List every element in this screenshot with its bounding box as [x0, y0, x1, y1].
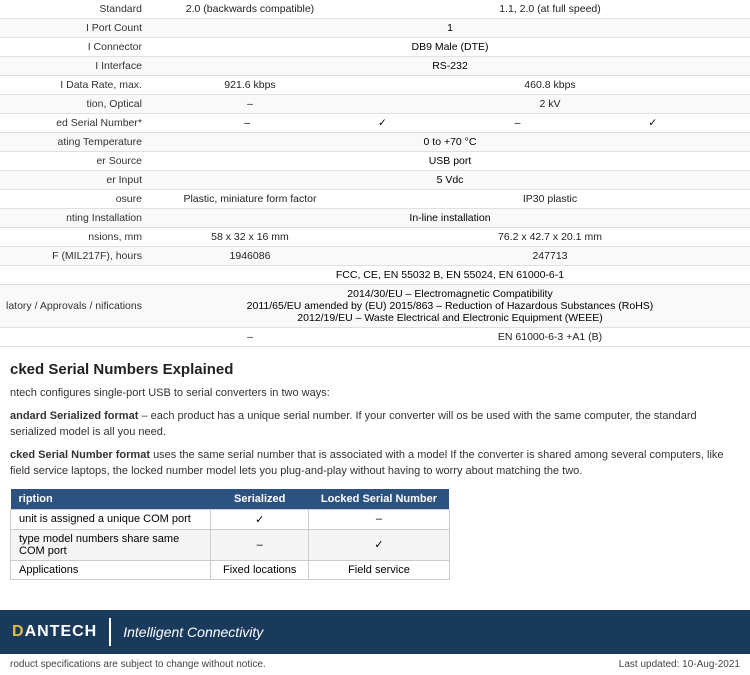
spec-value: DB9 Male (DTE) — [150, 38, 750, 57]
locked-intro: ntech configures single-port USB to seri… — [10, 386, 740, 401]
locked-row-serialized: ✓ — [211, 509, 309, 529]
table-row: –EN 61000-6-3 +A1 (B) — [0, 328, 750, 347]
spec-value: 5 Vdc — [150, 171, 750, 190]
specs-table: Standard2.0 (backwards compatible)1.1, 2… — [0, 0, 750, 347]
spec-value-left: Plastic, miniature form factor — [150, 190, 350, 209]
locked-row-desc: type model numbers share same COM port — [11, 529, 211, 560]
footer: DANTECH Intelligent Connectivity — [0, 610, 750, 654]
table-row: I Data Rate, max.921.6 kbps460.8 kbps — [0, 76, 750, 95]
table-row: nting InstallationIn-line installation — [0, 209, 750, 228]
format1-heading: andard Serialized format — [10, 410, 138, 422]
spec-value-right: 247713 — [350, 247, 750, 266]
spec-label: I Connector — [0, 38, 150, 57]
spec-label: I Interface — [0, 57, 150, 76]
locked-row-serialized: – — [211, 529, 309, 560]
table-row: I Port Count1 — [0, 19, 750, 38]
table-row: Standard2.0 (backwards compatible)1.1, 2… — [0, 0, 750, 19]
locked-section: cked Serial Numbers Explained ntech conf… — [0, 347, 750, 590]
locked-row-serialized: Fixed locations — [211, 560, 309, 579]
spec-value: 2014/30/EU – Electromagnetic Compatibili… — [150, 285, 750, 328]
spec-value: 1 — [150, 19, 750, 38]
locked-serial-table: riptionSerializedLocked Serial Number un… — [10, 489, 450, 580]
spec-label: Standard — [0, 0, 150, 19]
spec-label: nting Installation — [0, 209, 150, 228]
locked-row-locked: ✓ — [309, 529, 449, 560]
spec-value-left: 58 x 32 x 16 mm — [150, 228, 350, 247]
format2-heading: cked Serial Number format — [10, 449, 150, 461]
table-row: FCC, CE, EN 55032 B, EN 55024, EN 61000-… — [0, 266, 750, 285]
table-row: er SourceUSB port — [0, 152, 750, 171]
spec-value: USB port — [150, 152, 750, 171]
spec-value: RS-232 — [150, 57, 750, 76]
spec-label — [0, 328, 150, 347]
locked-section-title: cked Serial Numbers Explained — [10, 361, 740, 378]
locked-row-locked: Field service — [309, 560, 449, 579]
spec-label: I Port Count — [0, 19, 150, 38]
spec-value-right: IP30 plastic — [350, 190, 750, 209]
spec-value-right: 76.2 x 42.7 x 20.1 mm — [350, 228, 750, 247]
spec-value-left: 921.6 kbps — [150, 76, 350, 95]
spec-value-right: 460.8 kbps — [350, 76, 750, 95]
spec-label: F (MIL217F), hours — [0, 247, 150, 266]
spec-label — [0, 266, 150, 285]
table-row: F (MIL217F), hours1946086247713 — [0, 247, 750, 266]
spec-value-right: 1.1, 2.0 (at full speed) — [350, 0, 750, 19]
spec-label: tion, Optical — [0, 95, 150, 114]
spec-value: –✓–✓ — [150, 114, 750, 133]
locked-row-desc: unit is assigned a unique COM port — [11, 509, 211, 529]
footer-tagline: Intelligent Connectivity — [123, 624, 263, 640]
footer-note: roduct specifications are subject to cha… — [0, 654, 750, 675]
locked-row-locked: – — [309, 509, 449, 529]
spec-label: er Input — [0, 171, 150, 190]
table-row: I InterfaceRS-232 — [0, 57, 750, 76]
table-row: ating Temperature0 to +70 °C — [0, 133, 750, 152]
spec-value: FCC, CE, EN 55032 B, EN 55024, EN 61000-… — [150, 266, 750, 285]
spec-value-right: 2 kV — [350, 95, 750, 114]
table-row: tion, Optical–2 kV — [0, 95, 750, 114]
spec-value: In-line installation — [150, 209, 750, 228]
spec-value-right: EN 61000-6-3 +A1 (B) — [350, 328, 750, 347]
spec-label: latory / Approvals / nifications — [0, 285, 150, 328]
table-row: I ConnectorDB9 Male (DTE) — [0, 38, 750, 57]
spec-value-left: 2.0 (backwards compatible) — [150, 0, 350, 19]
spec-label: nsions, mm — [0, 228, 150, 247]
spec-label: I Data Rate, max. — [0, 76, 150, 95]
spec-value: 0 to +70 °C — [150, 133, 750, 152]
table-row: nsions, mm58 x 32 x 16 mm76.2 x 42.7 x 2… — [0, 228, 750, 247]
locked-table-header: ription — [11, 489, 211, 510]
locked-table-header: Locked Serial Number — [309, 489, 449, 510]
list-item: ApplicationsFixed locationsField service — [11, 560, 450, 579]
spec-value-left: – — [150, 328, 350, 347]
locked-table-header: Serialized — [211, 489, 309, 510]
spec-value-left: 1946086 — [150, 247, 350, 266]
footer-divider — [109, 618, 111, 646]
footer-note-left: roduct specifications are subject to cha… — [10, 659, 266, 670]
spec-value-left: – — [150, 95, 350, 114]
spec-label: ating Temperature — [0, 133, 150, 152]
spec-label: osure — [0, 190, 150, 209]
footer-note-right: Last updated: 10-Aug-2021 — [619, 659, 740, 670]
locked-row-desc: Applications — [11, 560, 211, 579]
logo-d: D — [12, 623, 25, 640]
spec-label: er Source — [0, 152, 150, 171]
table-row: ed Serial Number*–✓–✓ — [0, 114, 750, 133]
table-row: latory / Approvals / nifications2014/30/… — [0, 285, 750, 328]
footer-logo: DANTECH — [12, 623, 97, 641]
spec-label: ed Serial Number* — [0, 114, 150, 133]
format2-text: cked Serial Number format uses the same … — [10, 448, 740, 479]
table-row: er Input5 Vdc — [0, 171, 750, 190]
table-row: osurePlastic, miniature form factorIP30 … — [0, 190, 750, 209]
logo-rest: ANTECH — [25, 623, 98, 640]
list-item: unit is assigned a unique COM port✓– — [11, 509, 450, 529]
list-item: type model numbers share same COM port–✓ — [11, 529, 450, 560]
format1-text: andard Serialized format – each product … — [10, 409, 740, 440]
